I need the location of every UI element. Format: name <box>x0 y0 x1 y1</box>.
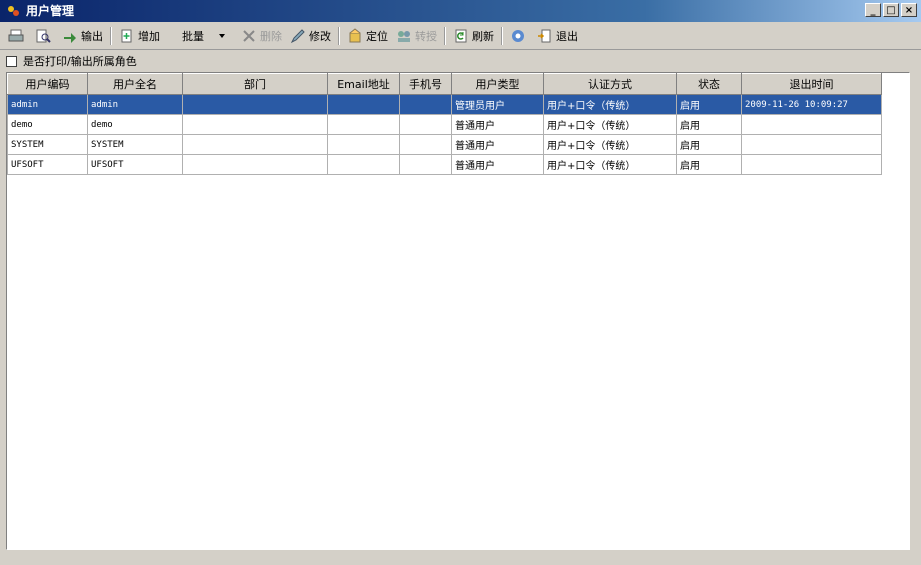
toolbar-separator <box>501 26 503 45</box>
table-row[interactable]: demo demo 普通用户 用户+口令（传统） 启用 <box>7 114 882 135</box>
preview-button[interactable] <box>31 25 58 47</box>
table-cell: 用户+口令（传统） <box>543 114 677 135</box>
table-cell: 普通用户 <box>451 134 544 155</box>
table-cell: UFSOFT <box>7 154 88 175</box>
print-roles-option[interactable]: 是否打印/输出所属角色 <box>6 53 137 69</box>
toolbar-separator <box>444 26 446 45</box>
table-cell: admin <box>87 94 183 115</box>
refresh-label: 刷新 <box>472 29 494 43</box>
column-header[interactable]: 认证方式 <box>543 73 677 95</box>
locate-label: 定位 <box>366 29 388 43</box>
column-header[interactable]: 用户全名 <box>87 73 183 95</box>
export-icon <box>62 28 78 44</box>
window-title: 用户管理 <box>26 4 75 18</box>
table-cell: SYSTEM <box>87 134 183 155</box>
delete-button[interactable]: 删除 <box>237 25 286 47</box>
table-cell <box>399 154 452 175</box>
user-table: 用户编码 用户全名 部门 Email地址 手机号 用户类型 认证方式 状态 退出… <box>7 73 882 175</box>
toolbar-separator <box>110 26 112 45</box>
column-header[interactable]: 用户编码 <box>7 73 88 95</box>
transfer-label: 转授 <box>415 29 437 43</box>
table-cell: 启用 <box>676 114 742 135</box>
table-cell <box>182 134 328 155</box>
locate-icon <box>347 27 363 44</box>
table-cell: 普通用户 <box>451 114 544 135</box>
batch-label: 批量 <box>182 29 204 43</box>
table-header-row: 用户编码 用户全名 部门 Email地址 手机号 用户类型 认证方式 状态 退出… <box>7 73 882 95</box>
table-cell: admin <box>7 94 88 115</box>
table-cell <box>327 114 400 135</box>
preview-icon <box>35 28 51 44</box>
print-roles-checkbox[interactable] <box>6 55 17 67</box>
edit-button[interactable]: 修改 <box>286 25 335 47</box>
column-header[interactable]: Email地址 <box>327 73 400 95</box>
close-button[interactable]: × <box>901 3 917 17</box>
table-cell <box>399 94 452 115</box>
title-bar: 用户管理 _ □ × <box>0 0 921 22</box>
edit-label: 修改 <box>309 29 331 43</box>
table-cell <box>741 134 882 155</box>
table-cell <box>327 154 400 175</box>
print-icon <box>8 28 24 44</box>
delete-icon <box>241 28 257 44</box>
delete-label: 删除 <box>260 29 282 43</box>
column-header[interactable]: 用户类型 <box>451 73 544 95</box>
chevron-down-icon <box>214 28 230 44</box>
table-cell: 启用 <box>676 154 742 175</box>
exit-label: 退出 <box>556 29 578 43</box>
toolbar: 输出 增加 批量 删除 修改 定位 转授 刷新 退出 <box>0 22 921 50</box>
table-cell: SYSTEM <box>7 134 88 155</box>
refresh-button[interactable]: 刷新 <box>449 25 498 47</box>
table-cell <box>741 154 882 175</box>
table-cell <box>399 134 452 155</box>
add-button[interactable]: 增加 <box>115 25 164 47</box>
help-icon <box>510 28 526 44</box>
column-header[interactable]: 手机号 <box>399 73 452 95</box>
column-header[interactable]: 退出时间 <box>741 73 882 95</box>
table-cell <box>327 94 400 115</box>
table-row[interactable]: UFSOFT UFSOFT 普通用户 用户+口令（传统） 启用 <box>7 154 882 175</box>
table-cell: UFSOFT <box>87 154 183 175</box>
table-cell: 2009-11-26 10:09:27 <box>741 94 882 115</box>
table-row[interactable]: admin admin 管理员用户 用户+口令（传统） 启用 2009-11-2… <box>7 94 882 115</box>
print-button[interactable] <box>4 25 31 47</box>
user-table-panel: 用户编码 用户全名 部门 Email地址 手机号 用户类型 认证方式 状态 退出… <box>6 72 910 550</box>
minimize-button[interactable]: _ <box>865 3 881 17</box>
table-cell <box>741 114 882 135</box>
table-cell: 用户+口令（传统） <box>543 94 677 115</box>
export-button[interactable]: 输出 <box>58 25 107 47</box>
table-cell: 用户+口令（传统） <box>543 134 677 155</box>
export-label: 输出 <box>81 29 103 43</box>
batch-button[interactable]: 批量 <box>178 25 237 47</box>
table-cell <box>182 94 328 115</box>
table-cell <box>399 114 452 135</box>
toolbar-separator <box>338 26 340 45</box>
table-cell: 普通用户 <box>451 154 544 175</box>
table-cell: 管理员用户 <box>451 94 544 115</box>
exit-icon <box>537 28 553 44</box>
edit-icon <box>290 28 306 44</box>
table-cell <box>327 134 400 155</box>
table-row[interactable]: SYSTEM SYSTEM 普通用户 用户+口令（传统） 启用 <box>7 134 882 155</box>
add-icon <box>119 28 135 44</box>
column-header[interactable]: 部门 <box>182 73 328 95</box>
table-cell <box>182 154 328 175</box>
app-icon <box>8 6 19 16</box>
column-header[interactable]: 状态 <box>676 73 742 95</box>
transfer-button[interactable]: 转授 <box>392 25 441 47</box>
table-cell: demo <box>7 114 88 135</box>
print-roles-label: 是否打印/输出所属角色 <box>23 55 137 68</box>
table-cell: demo <box>87 114 183 135</box>
table-cell: 启用 <box>676 94 742 115</box>
locate-button[interactable]: 定位 <box>343 25 392 47</box>
transfer-icon <box>396 28 412 44</box>
maximize-button[interactable]: □ <box>883 3 899 17</box>
table-cell: 启用 <box>676 134 742 155</box>
add-label: 增加 <box>138 29 160 43</box>
table-cell <box>182 114 328 135</box>
table-cell: 用户+口令（传统） <box>543 154 677 175</box>
help-button[interactable] <box>506 25 533 47</box>
exit-button[interactable]: 退出 <box>533 25 582 47</box>
refresh-icon <box>453 28 469 44</box>
